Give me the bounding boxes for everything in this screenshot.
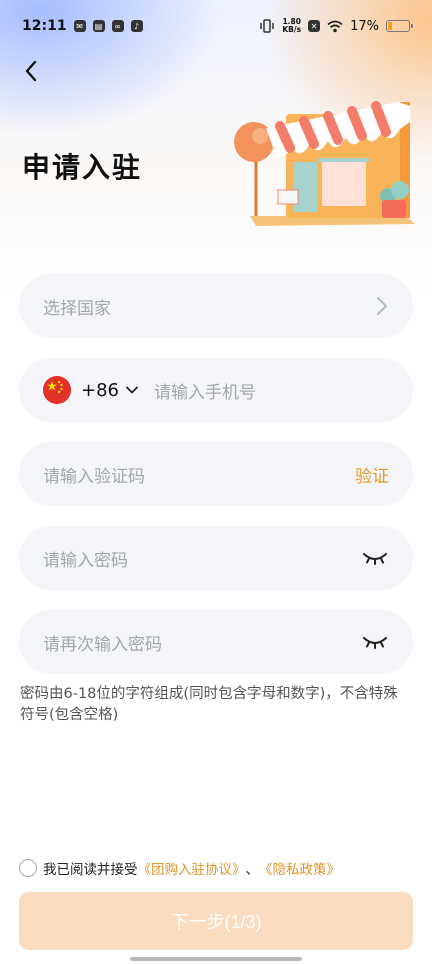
country-code-selector[interactable]: +86: [43, 376, 140, 404]
link-icon: ∞: [111, 20, 124, 32]
agreement-row: 我已阅读并接受 《团购入驻协议》 、 《隐私政策》: [19, 858, 340, 878]
page-title: 申请入驻: [22, 151, 143, 184]
phone-input[interactable]: 请输入手机号: [154, 378, 256, 403]
status-bar: 12:11 ✉ ▤ ∞ ♪ 1.80 KB/s ✕ 17%: [0, 0, 432, 52]
net-speed-unit: KB/s: [282, 25, 302, 34]
merchant-agreement-link[interactable]: 《团购入驻协议》: [138, 858, 246, 878]
battery-icon: [386, 20, 413, 32]
eye-closed-icon: [363, 637, 387, 649]
tiktok-icon: ♪: [130, 20, 143, 32]
verification-code-field[interactable]: 请输入验证码 验证: [19, 442, 413, 506]
password-rule-hint: 密码由6-18位的字符组成(同时包含字母和数字)，不含特殊符号(包含空格): [20, 686, 398, 723]
home-indicator[interactable]: [130, 957, 302, 961]
agreement-separator: 、: [245, 862, 260, 878]
mail-icon: ✉: [73, 20, 86, 32]
country-placeholder: 选择国家: [43, 298, 111, 319]
password-visibility-toggle[interactable]: [361, 550, 389, 566]
back-button[interactable]: [14, 54, 48, 88]
confirm-password-input[interactable]: 请再次输入密码: [43, 630, 162, 655]
chevron-down-icon: [126, 386, 138, 394]
phone-field[interactable]: +86 请输入手机号: [19, 358, 413, 422]
country-select[interactable]: 选择国家: [19, 274, 413, 338]
agreement-prefix: 我已阅读并接受: [43, 862, 138, 878]
chevron-right-icon: [377, 297, 387, 315]
net-speed: 1.80 KB/s: [282, 18, 301, 34]
privacy-policy-link[interactable]: 《隐私政策》: [259, 858, 340, 878]
chevron-left-icon: [25, 60, 37, 82]
agreement-checkbox[interactable]: [19, 859, 37, 877]
password-field[interactable]: 请输入密码: [19, 526, 413, 590]
message-icon: ▤: [92, 20, 105, 32]
country-chevron: [375, 295, 389, 317]
wifi-icon: [327, 20, 343, 32]
status-left: 12:11 ✉ ▤ ∞ ♪: [22, 18, 143, 34]
confirm-password-field[interactable]: 请再次输入密码: [19, 610, 413, 674]
confirm-password-visibility-toggle[interactable]: [361, 634, 389, 650]
status-time: 12:11: [22, 18, 67, 34]
verify-button[interactable]: 验证: [355, 462, 389, 487]
eye-closed-icon: [363, 553, 387, 565]
next-step-button[interactable]: 下一步(1/3): [19, 892, 413, 950]
no-sim-icon: ✕: [308, 20, 321, 32]
country-code: +86: [81, 379, 119, 401]
verification-code-input[interactable]: 请输入验证码: [43, 462, 145, 487]
status-right: 1.80 KB/s ✕ 17%: [259, 18, 413, 34]
battery-percent: 17%: [350, 18, 379, 34]
shop-illustration: [234, 101, 415, 226]
china-flag-icon: [43, 376, 71, 404]
password-input[interactable]: 请输入密码: [43, 546, 128, 571]
vibrate-icon: [260, 19, 275, 33]
